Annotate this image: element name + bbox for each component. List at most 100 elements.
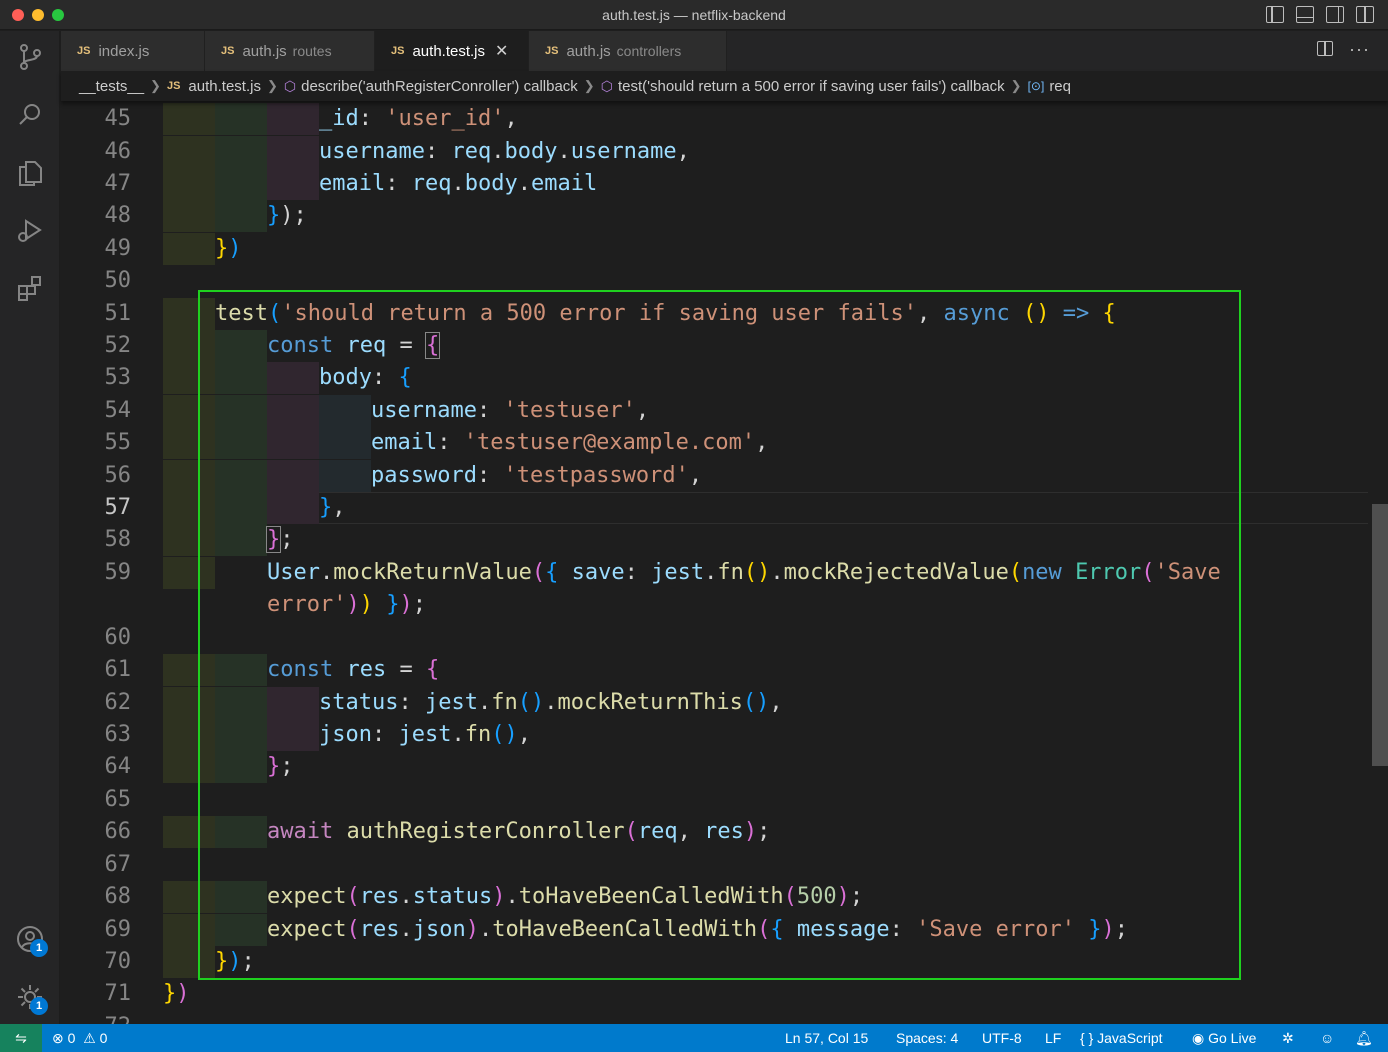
encoding-setting[interactable]: UTF-8 <box>982 1024 1022 1052</box>
editor-tabs: JS index.js JS auth.js routes JS auth.te… <box>61 31 1388 71</box>
customize-layout-icon[interactable] <box>1356 6 1374 23</box>
go-live-button[interactable]: ◉ Go Live <box>1192 1024 1256 1052</box>
close-tab-icon[interactable]: ✕ <box>495 41 508 61</box>
braces-icon: { } <box>1080 1030 1094 1046</box>
warning-icon: ⚠ <box>83 1029 96 1046</box>
more-actions-icon[interactable]: ··· <box>1349 40 1370 58</box>
go-live-label: Go Live <box>1208 1030 1257 1046</box>
javascript-file-icon: JS <box>391 45 405 57</box>
remote-indicator-icon[interactable]: ⇋ <box>0 1024 42 1052</box>
error-icon: ⊗ <box>52 1029 64 1046</box>
code-line: 64 }; <box>61 751 1388 783</box>
extensions-icon[interactable] <box>14 273 46 305</box>
problems-indicator[interactable]: ⊗ 0 ⚠ 0 <box>52 1024 107 1052</box>
tab-label: auth.js <box>242 42 287 60</box>
indentation-setting[interactable]: Spaces: 4 <box>896 1024 958 1052</box>
code-line: 48 }); <box>61 200 1388 232</box>
javascript-file-icon: JS <box>77 45 91 57</box>
explorer-icon[interactable] <box>14 157 46 189</box>
broadcast-icon: ◉ <box>1192 1029 1205 1046</box>
line-number: 65 <box>104 787 132 812</box>
code-line: 72 <box>61 1011 1388 1024</box>
code-line: 68 expect(res.status).toHaveBeenCalledWi… <box>61 881 1388 913</box>
code-line: 46 username: req.body.username, <box>61 136 1388 168</box>
tab-description: controllers <box>616 43 682 59</box>
chevron-right-icon: ❯ <box>1010 78 1022 93</box>
source-control-icon[interactable] <box>14 41 46 73</box>
split-editor-icon[interactable] <box>1317 41 1334 56</box>
breadcrumb-test[interactable]: test('should return a 500 error if savin… <box>618 78 1005 95</box>
code-line: 59 User.mockReturnValue({ save: jest.fn(… <box>61 557 1388 589</box>
line-number: 59 <box>104 560 132 585</box>
line-number: 52 <box>104 333 132 358</box>
warning-count: 0 <box>99 1030 108 1046</box>
line-number: 51 <box>104 301 132 326</box>
line-number: 72 <box>61 1011 132 1024</box>
toggle-secondary-sidebar-icon[interactable] <box>1326 6 1344 23</box>
code-line: 69 expect(res.json).toHaveBeenCalledWith… <box>61 914 1388 946</box>
vertical-scrollbar[interactable] <box>1372 504 1388 766</box>
cursor-position[interactable]: Ln 57, Col 15 <box>785 1024 868 1052</box>
line-number: 46 <box>104 139 132 164</box>
breadcrumb-symbol[interactable]: req <box>1049 78 1071 95</box>
code-line: 71 }) <box>61 978 1388 1010</box>
run-debug-icon[interactable] <box>14 215 46 247</box>
code-line: 63 json: jest.fn(), <box>61 719 1388 751</box>
breadcrumb-folder[interactable]: __tests__ <box>79 78 144 95</box>
search-icon[interactable] <box>14 99 46 131</box>
code-line: 51 test('should return a 500 error if sa… <box>61 298 1388 330</box>
tab-index-js[interactable]: JS index.js <box>61 31 205 71</box>
breadcrumb-describe[interactable]: describe('authRegisterConroller') callba… <box>301 78 578 95</box>
code-line: 45 _id: 'user_id', <box>61 103 1388 135</box>
code-line: 53 body: { <box>61 362 1388 394</box>
line-number: 53 <box>104 365 132 390</box>
line-number: 71 <box>104 981 132 1006</box>
tab-label: auth.js <box>566 42 611 60</box>
tab-auth-test-js[interactable]: JS auth.test.js ✕ <box>375 31 529 71</box>
line-number: 67 <box>104 852 132 877</box>
line-number: 47 <box>104 171 132 196</box>
code-line: 49 }) <box>61 233 1388 265</box>
prettier-icon[interactable]: ✲ <box>1282 1024 1294 1052</box>
variable-icon: [⊙] <box>1027 79 1045 93</box>
javascript-file-icon: JS <box>221 45 235 57</box>
notifications-bell-icon[interactable]: 🔔︎ <box>1355 1024 1373 1052</box>
code-editor[interactable]: 45 _id: 'user_id', 46 username: req.body… <box>61 101 1388 1024</box>
feedback-icon[interactable]: ☺ <box>1320 1024 1334 1052</box>
code-line: 60 <box>61 622 1388 654</box>
method-cube-icon: ⬡ <box>283 77 297 94</box>
toggle-primary-sidebar-icon[interactable] <box>1266 6 1284 23</box>
status-bar: ⇋ ⊗ 0 ⚠ 0 Ln 57, Col 15 Spaces: 4 UTF-8 … <box>0 1024 1388 1052</box>
chevron-right-icon: ❯ <box>266 78 278 93</box>
code-line: 62 status: jest.fn().mockReturnThis(), <box>61 687 1388 719</box>
line-number: 45 <box>104 106 132 131</box>
code-line: 61 const res = { <box>61 654 1388 686</box>
line-number: 58 <box>104 527 132 552</box>
javascript-file-icon: JS <box>545 45 559 57</box>
breadcrumb-file[interactable]: auth.test.js <box>188 78 261 95</box>
code-line: 55 email: 'testuser@example.com', <box>61 427 1388 459</box>
settings-badge: 1 <box>30 997 48 1015</box>
activity-bar: 1 1 <box>0 31 60 1024</box>
line-number: 57 <box>104 495 132 520</box>
line-number: 54 <box>104 398 132 423</box>
eol-setting[interactable]: LF <box>1045 1024 1061 1052</box>
code-line-wrapped: error')) }); <box>267 592 426 617</box>
breadcrumb: __tests__ ❯ JS auth.test.js ❯ ⬡ describe… <box>61 71 1388 101</box>
code-line: 70 }); <box>61 946 1388 978</box>
toggle-panel-icon[interactable] <box>1296 6 1314 23</box>
accounts-badge: 1 <box>30 939 48 957</box>
line-number: 66 <box>104 819 132 844</box>
line-number: 68 <box>104 884 132 909</box>
code-line: 54 username: 'testuser', <box>61 395 1388 427</box>
chevron-right-icon: ❯ <box>583 78 595 93</box>
tab-label: index.js <box>98 42 150 60</box>
line-number: 49 <box>104 236 132 261</box>
error-count: 0 <box>67 1030 76 1046</box>
tab-auth-js-routes[interactable]: JS auth.js routes <box>205 31 375 71</box>
tab-description: routes <box>292 43 332 59</box>
code-line: 66 await authRegisterConroller(req, res)… <box>61 816 1388 848</box>
line-number: 62 <box>104 690 132 715</box>
tab-auth-js-controllers[interactable]: JS auth.js controllers <box>529 31 727 71</box>
language-mode[interactable]: { } JavaScript <box>1080 1024 1163 1052</box>
